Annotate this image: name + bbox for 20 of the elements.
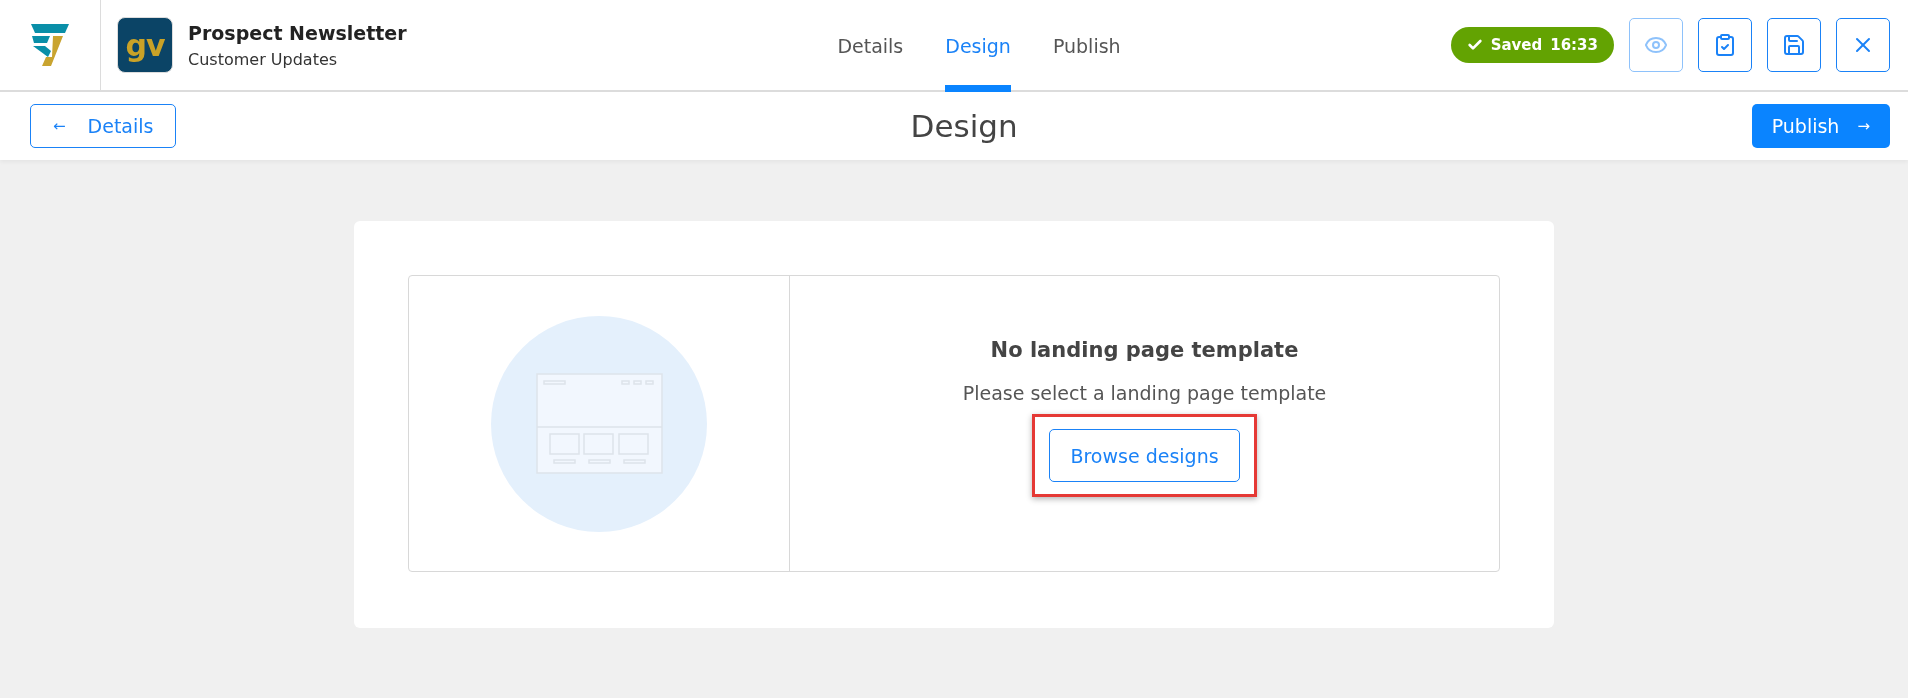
empty-state-message: Please select a landing page template xyxy=(962,382,1327,404)
publish-button[interactable]: Publish → xyxy=(1751,104,1890,148)
clipboard-check-icon xyxy=(1713,33,1737,57)
saved-time: 16:33 xyxy=(1550,36,1598,54)
close-button[interactable] xyxy=(1836,18,1890,72)
nav-tab[interactable]: Details xyxy=(837,0,904,92)
check-icon xyxy=(1466,37,1483,53)
brand-logo-icon xyxy=(29,22,71,68)
back-button[interactable]: ← Details xyxy=(30,104,177,148)
save-button[interactable] xyxy=(1767,18,1821,72)
empty-state-title: No landing page template xyxy=(990,338,1299,362)
app-subtitle: Customer Updates xyxy=(188,49,339,69)
saved-label: Saved xyxy=(1490,36,1543,54)
app-logo: gv xyxy=(117,17,173,73)
nav-tab[interactable]: Publish xyxy=(1052,0,1121,92)
browse-designs-button[interactable]: Browse designs xyxy=(1049,429,1240,482)
app-title: Prospect Newsletter xyxy=(188,21,407,44)
checklist-button[interactable] xyxy=(1698,18,1752,72)
save-icon xyxy=(1782,33,1806,57)
page-heading: Design xyxy=(910,108,1018,144)
